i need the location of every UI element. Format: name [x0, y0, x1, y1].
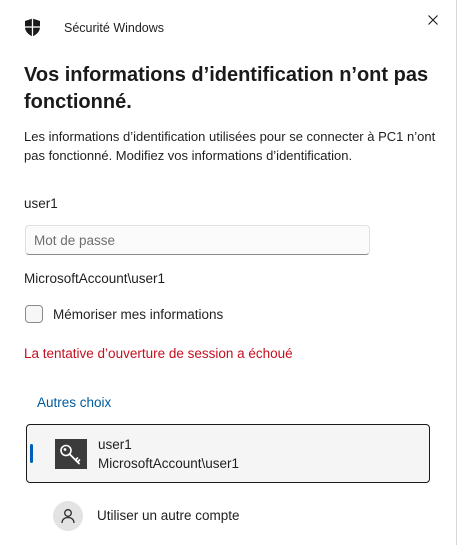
person-icon [61, 509, 75, 524]
username-label: user1 [24, 196, 58, 211]
key-tile [55, 439, 87, 469]
error-message: La tentative d’ouverture de session a éc… [24, 346, 293, 361]
remember-checkbox[interactable] [25, 305, 43, 323]
credential-dialog: Sécurité Windows Vos informations d’iden… [0, 0, 457, 545]
remember-checkbox-row[interactable]: Mémoriser mes informations [25, 305, 223, 323]
account-name: user1 [98, 437, 132, 452]
dialog-description: Les informations d’identification utilis… [24, 129, 436, 163]
account-item-user1[interactable]: user1 MicrosoftAccount\user1 [26, 424, 430, 483]
shield-icon [25, 18, 40, 37]
other-choices-link[interactable]: Autres choix [37, 395, 111, 410]
window-title: Sécurité Windows [64, 21, 165, 35]
account-domain: MicrosoftAccount\user1 [98, 456, 240, 471]
domain-user-label: MicrosoftAccount\user1 [24, 271, 166, 286]
use-other-account-item[interactable]: Utiliser un autre compte [26, 494, 430, 538]
close-icon [428, 15, 438, 25]
remember-label: Mémoriser mes informations [53, 306, 224, 322]
password-input[interactable] [25, 225, 370, 255]
avatar [53, 501, 83, 531]
selection-indicator [30, 444, 33, 463]
title-bar: Sécurité Windows [0, 0, 456, 56]
use-other-account-label: Utiliser un autre compte [97, 508, 240, 523]
dialog-heading: Vos informations d’identification n’ont … [24, 64, 429, 113]
close-button[interactable] [420, 9, 446, 31]
key-icon [60, 444, 81, 465]
